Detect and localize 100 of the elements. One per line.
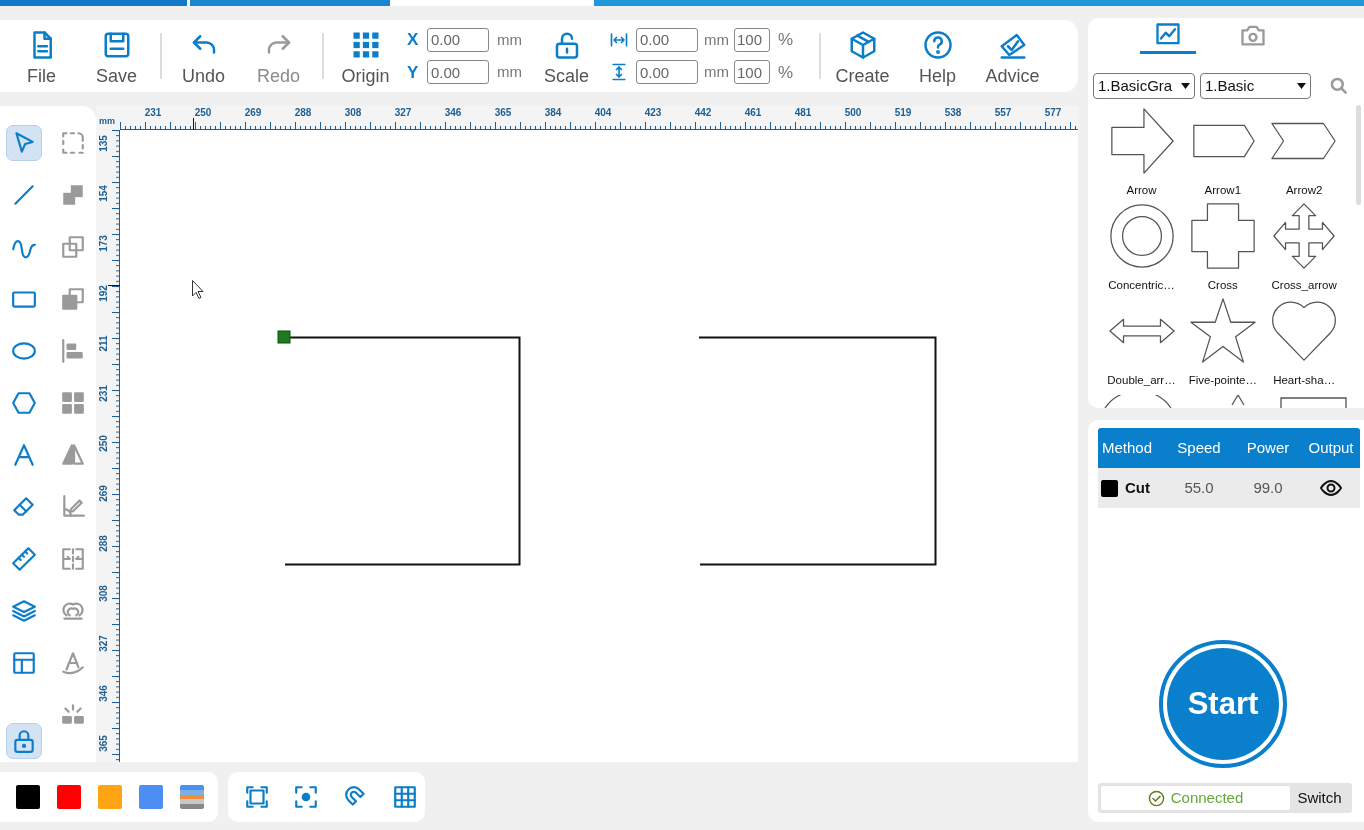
ruler-label: 365 [97, 734, 109, 752]
ruler-label: 327 [97, 634, 109, 652]
angle-pencil-icon [60, 494, 86, 520]
table-cell-text: 99.0 [1252, 477, 1284, 498]
toolbar-button[interactable]: Undo [166, 22, 241, 90]
coordinate-field[interactable]: 0.00 [427, 27, 489, 52]
ruler-label: 135 [97, 134, 109, 152]
four-squares-icon [60, 390, 86, 416]
ruler-label: 384 [543, 107, 563, 118]
percent-field[interactable]: 100 [734, 60, 770, 85]
ruler-label: 557 [993, 107, 1013, 118]
search-button[interactable] [1329, 76, 1349, 96]
column-header: Method [1101, 437, 1154, 458]
unit-label: mm [704, 29, 729, 50]
ruler-label: 231 [143, 107, 163, 118]
ruler-label: 346 [443, 107, 463, 118]
bracket-shape[interactable] [283, 336, 521, 566]
ruler-label: 461 [743, 107, 763, 118]
table-cell-text: 55.0 [1183, 477, 1215, 498]
search-icon [1329, 76, 1349, 96]
grid-icon [391, 784, 418, 810]
toolbar-button[interactable]: File [4, 22, 79, 90]
ruler-label: 192 [97, 284, 109, 302]
selection-handle[interactable] [277, 330, 291, 344]
color-swatch[interactable] [98, 785, 122, 809]
category-dropdown[interactable]: 1.BasicGra [1093, 73, 1195, 99]
frame-corners-icon [244, 784, 271, 810]
ruler-icon [11, 546, 37, 572]
ruler-label: 577 [1043, 107, 1063, 118]
percent-label: % [778, 29, 794, 51]
line-icon [11, 182, 37, 208]
toolbar-button[interactable]: Scale [529, 22, 604, 90]
ruler-label: 288 [97, 534, 109, 552]
column-header: Speed [1176, 437, 1222, 458]
table-cell-text: Cut [1125, 477, 1150, 498]
layer-color-swatch[interactable] [1101, 479, 1118, 497]
connection-label: Connected [1170, 787, 1244, 808]
start-button[interactable]: Start [1167, 648, 1279, 760]
ruler-label: 481 [793, 107, 813, 118]
layout-icon [11, 650, 37, 676]
ruler-label: 346 [97, 684, 109, 702]
layers-icon [11, 598, 37, 624]
ruler-label: 288 [293, 107, 313, 118]
dimension-field[interactable]: 0.00 [636, 27, 698, 52]
ruler-label: 231 [97, 384, 109, 402]
ruler-label: 154 [97, 184, 109, 202]
ruler-label: 500 [843, 107, 863, 118]
ruler-label: 519 [893, 107, 913, 118]
check-circle-icon [1147, 789, 1165, 807]
ruler-label: 365 [493, 107, 513, 118]
help-icon [922, 30, 953, 60]
column-header: Output [1307, 437, 1355, 458]
multicolor-swatch[interactable] [180, 785, 204, 809]
align-left-icon [60, 338, 86, 364]
color-swatch[interactable] [57, 785, 81, 809]
stacked-squares-icon [60, 182, 86, 208]
letter-a-icon [11, 442, 37, 468]
color-swatch[interactable] [16, 785, 40, 809]
tool-button[interactable] [6, 723, 42, 759]
percent-label: % [778, 61, 794, 84]
mirror-triangles-icon [60, 442, 86, 468]
tool-button[interactable] [6, 125, 42, 161]
hexagon-icon [11, 390, 37, 416]
padlock-icon [11, 728, 37, 754]
axis-label: Y [407, 61, 420, 84]
column-header: Power [1245, 437, 1291, 458]
mouse-pointer-icon [192, 280, 204, 299]
coordinate-field[interactable]: 0.00 [427, 60, 489, 85]
ruler-label: 269 [97, 484, 109, 502]
dimension-field[interactable]: 0.00 [636, 60, 698, 85]
ruler-label: 269 [243, 107, 263, 118]
bracket-shape[interactable] [698, 336, 937, 566]
overlapping-squares-icon [60, 234, 86, 260]
unit-label: mm [704, 62, 729, 82]
axis-label: X [407, 29, 420, 51]
color-swatch[interactable] [139, 785, 163, 809]
scrollbar-thumb[interactable] [1356, 105, 1361, 205]
ruler-label: 538 [943, 107, 963, 118]
ruler-label: 404 [593, 107, 613, 118]
layer-row[interactable]: Cut 55.0 99.0 [1098, 468, 1360, 508]
ruler-label: 327 [393, 107, 413, 118]
unit-label: mm [497, 29, 522, 50]
ruler-label: 250 [193, 107, 213, 118]
category-dropdown[interactable]: 1.Basic [1200, 73, 1311, 99]
switch-button[interactable]: Switch [1290, 786, 1349, 810]
unit-label: mm [497, 62, 522, 82]
focus-target-icon [293, 784, 320, 810]
toolbar-button[interactable]: Help [900, 22, 975, 90]
caret-icon [1297, 83, 1306, 89]
caret-icon [1181, 83, 1190, 89]
ruler-label: 308 [343, 107, 363, 118]
toolbar-button[interactable]: Advice [975, 22, 1050, 90]
split-arrows-icon [60, 546, 86, 572]
toolbar-button[interactable]: Save [79, 22, 154, 90]
percent-field[interactable]: 100 [734, 27, 770, 52]
letter-a-curve-icon [60, 650, 86, 676]
ruler-label: 173 [97, 234, 109, 252]
overlapping-filled-squares-icon [60, 286, 86, 312]
toolbar-button[interactable]: Origin [328, 22, 403, 90]
toolbar-button[interactable]: Create [825, 22, 900, 90]
